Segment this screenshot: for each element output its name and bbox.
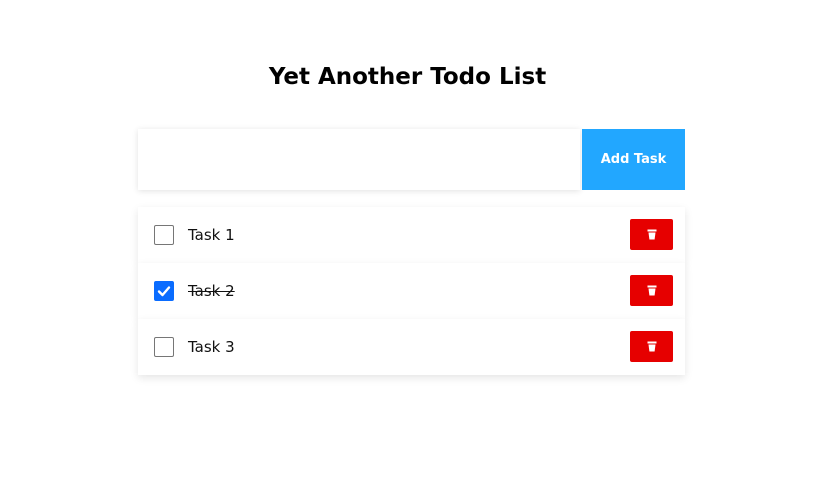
task-label: Task 1 (188, 226, 235, 244)
delete-task-button[interactable] (630, 275, 673, 306)
todo-app: Yet Another Todo List Add Task Task 1 Ta… (0, 0, 815, 490)
task-item: Task 2 (138, 263, 685, 319)
task-label: Task 2 (188, 282, 235, 300)
task-input[interactable] (138, 129, 580, 190)
task-list: Task 1 Task 2 Task 3 (138, 207, 685, 375)
task-checkbox[interactable] (154, 337, 174, 357)
add-task-button[interactable]: Add Task (582, 129, 685, 190)
add-task-form: Add Task (138, 129, 685, 190)
trash-icon (647, 285, 656, 296)
checkmark-icon (157, 286, 171, 297)
page-title: Yet Another Todo List (268, 64, 547, 90)
task-item: Task 3 (138, 319, 685, 375)
task-checkbox[interactable] (154, 225, 174, 245)
delete-task-button[interactable] (630, 219, 673, 250)
task-checkbox[interactable] (154, 281, 174, 301)
trash-icon (647, 341, 656, 352)
delete-task-button[interactable] (630, 331, 673, 362)
trash-icon (647, 229, 656, 240)
task-item: Task 1 (138, 207, 685, 263)
task-label: Task 3 (188, 338, 235, 356)
